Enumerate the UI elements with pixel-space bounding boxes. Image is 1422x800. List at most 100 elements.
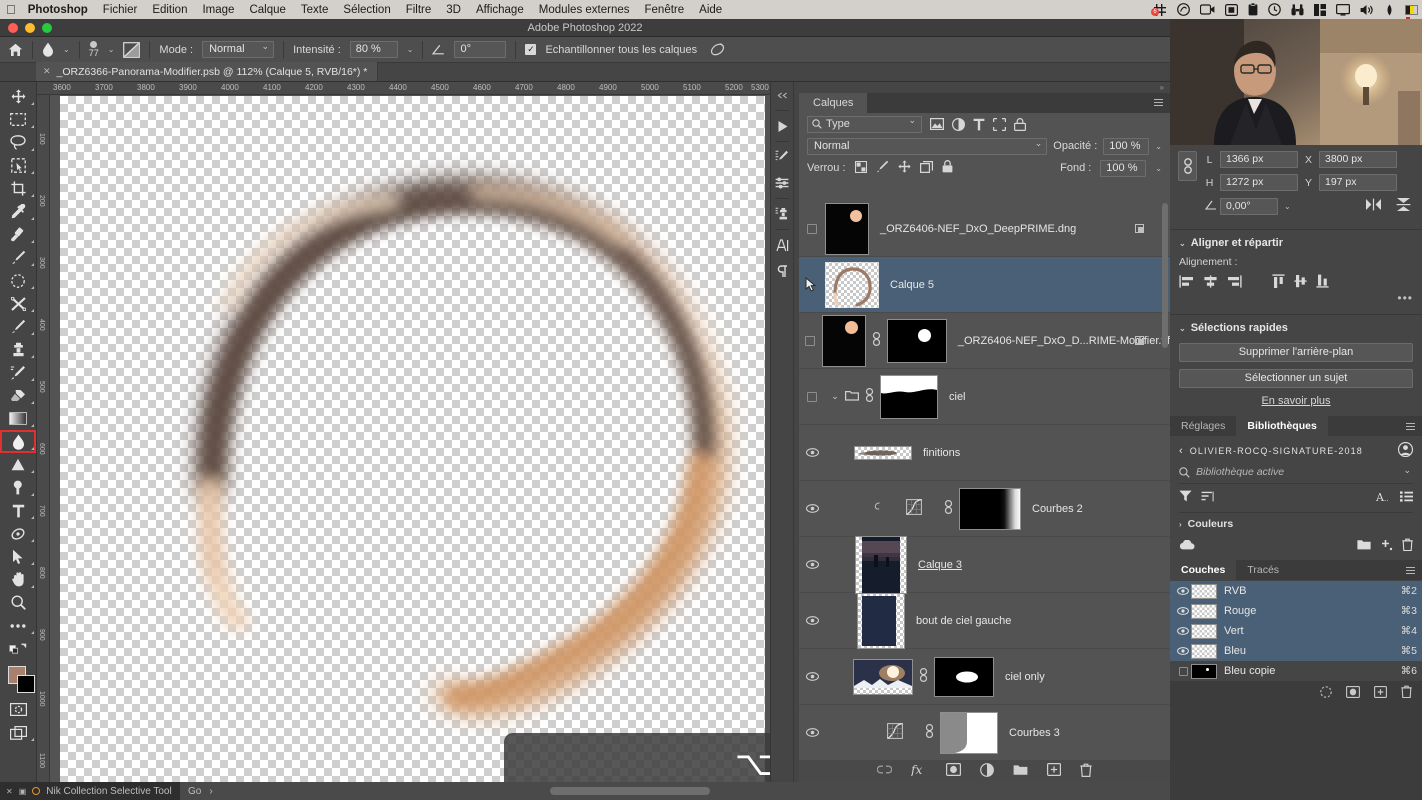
layer-thumbnail[interactable] bbox=[825, 202, 869, 255]
layer-name[interactable]: finitions bbox=[923, 447, 960, 459]
table-row[interactable]: ciel only bbox=[799, 649, 1170, 705]
blend-mode-select[interactable]: Normal bbox=[202, 39, 275, 58]
layer-visibility-toggle[interactable] bbox=[799, 504, 825, 513]
lock-all-icon[interactable] bbox=[942, 160, 953, 176]
clone-stamp-tool[interactable] bbox=[0, 338, 36, 361]
curves-adjustment-icon[interactable] bbox=[906, 499, 922, 518]
layer-thumbnail[interactable] bbox=[853, 658, 913, 695]
list-item[interactable]: Vert ⌘4 bbox=[1170, 621, 1422, 641]
brush-settings-icon[interactable] bbox=[771, 144, 793, 170]
collapse-right-icon[interactable]: » bbox=[1160, 83, 1164, 92]
y-input[interactable]: 197 px bbox=[1319, 174, 1397, 191]
direct-selection-tool[interactable] bbox=[0, 545, 36, 568]
hand-tool[interactable] bbox=[0, 568, 36, 591]
height-input[interactable]: 1272 px bbox=[1220, 174, 1298, 191]
quick-selection-tool[interactable] bbox=[0, 154, 36, 177]
table-row[interactable]: Courbes 2 bbox=[799, 481, 1170, 537]
remove-background-button[interactable]: Supprimer l'arrière-plan bbox=[1179, 343, 1413, 362]
volume-icon[interactable] bbox=[1360, 4, 1374, 16]
channel-visibility-toggle[interactable] bbox=[1175, 607, 1191, 615]
collapse-icon[interactable] bbox=[771, 82, 793, 108]
align-left-icon[interactable] bbox=[1179, 274, 1194, 291]
fill-input[interactable]: 100 % bbox=[1100, 159, 1147, 177]
screen-share-icon[interactable] bbox=[1225, 3, 1238, 16]
go-bar[interactable]: Go › bbox=[180, 782, 1170, 800]
delete-icon[interactable] bbox=[1402, 538, 1413, 554]
layer-name[interactable]: ciel only bbox=[1005, 671, 1045, 683]
save-selection-icon[interactable] bbox=[1346, 685, 1360, 701]
menu-item-texte[interactable]: Texte bbox=[301, 4, 329, 16]
curves-adjustment-icon[interactable] bbox=[887, 723, 903, 742]
clone-source-icon[interactable] bbox=[771, 201, 793, 227]
width-input[interactable]: 1366 px bbox=[1220, 151, 1298, 168]
list-item[interactable]: Bleu copie ⌘6 bbox=[1170, 661, 1422, 681]
lock-position-icon[interactable] bbox=[897, 160, 911, 176]
document-canvas[interactable]: ⌥ bbox=[51, 96, 770, 782]
channel-visibility-toggle[interactable] bbox=[1175, 587, 1191, 595]
layer-visibility-toggle[interactable] bbox=[799, 616, 825, 625]
list-item[interactable]: RVB ⌘2 bbox=[1170, 581, 1422, 601]
clipboard-icon[interactable] bbox=[1248, 3, 1258, 16]
layer-name[interactable]: bout de ciel gauche bbox=[916, 615, 1011, 627]
link-layers-icon[interactable] bbox=[876, 765, 893, 777]
paintbrush-tool[interactable] bbox=[0, 315, 36, 338]
close-icon[interactable]: ✕ bbox=[43, 66, 51, 77]
default-colors-button[interactable] bbox=[0, 637, 36, 660]
layer-blend-mode-select[interactable]: Normal bbox=[807, 136, 1048, 155]
scrollbar-thumb[interactable] bbox=[1162, 203, 1168, 348]
align-right-icon[interactable] bbox=[1227, 274, 1242, 291]
layer-list[interactable]: _ORZ6406-NEF_DxO_DeepPRIME.dng Calque 5 bbox=[799, 201, 1170, 760]
x-input[interactable]: 3800 px bbox=[1319, 151, 1397, 168]
layer-thumbnail[interactable] bbox=[857, 592, 905, 649]
menu-item-affichage[interactable]: Affichage bbox=[476, 4, 524, 16]
panel-menu-icon[interactable] bbox=[1154, 99, 1163, 106]
mask-link-icon[interactable] bbox=[865, 387, 874, 405]
channel-visibility-toggle[interactable] bbox=[1175, 666, 1191, 676]
clock-icon[interactable] bbox=[1268, 3, 1281, 16]
layer-name[interactable]: Calque 3 bbox=[918, 559, 962, 571]
channel-visibility-toggle[interactable] bbox=[1175, 627, 1191, 635]
go-label[interactable]: Go bbox=[188, 786, 201, 797]
menu-item-edition[interactable]: Edition bbox=[152, 4, 187, 16]
brush-chevron-icon[interactable]: ⌄ bbox=[108, 45, 115, 54]
background-color-swatch[interactable] bbox=[17, 675, 35, 693]
tab-traces[interactable]: Tracés bbox=[1236, 560, 1290, 580]
filter-toggle-icon[interactable] bbox=[1044, 116, 1053, 132]
brush-preset-icon[interactable] bbox=[123, 41, 141, 58]
opacity-chevron-icon[interactable]: ⌄ bbox=[1155, 142, 1162, 151]
pen-tool[interactable] bbox=[0, 476, 36, 499]
layer-visibility-toggle[interactable] bbox=[799, 223, 825, 234]
menu-item-aide[interactable]: Aide bbox=[699, 4, 722, 16]
link-dimensions-icon[interactable] bbox=[1178, 151, 1197, 181]
layer-name[interactable]: Courbes 2 bbox=[1032, 503, 1083, 515]
adjustment-layer-icon[interactable] bbox=[980, 762, 994, 780]
marquee-tool[interactable] bbox=[0, 108, 36, 131]
chevron-down-icon[interactable]: ⌄ bbox=[1179, 324, 1186, 333]
table-row[interactable]: finitions bbox=[799, 425, 1170, 481]
layer-mask-thumbnail[interactable] bbox=[959, 487, 1021, 530]
menu-item-fenetre[interactable]: Fenêtre bbox=[645, 4, 685, 16]
stats-icon[interactable] bbox=[1314, 3, 1326, 16]
tab-bibliotheques[interactable]: Bibliothèques bbox=[1236, 416, 1328, 436]
character-icon[interactable] bbox=[771, 232, 793, 258]
text-size-icon[interactable]: A.. bbox=[1375, 491, 1391, 505]
menu-item-photoshop[interactable]: Photoshop bbox=[28, 4, 88, 16]
eyedropper-tool[interactable] bbox=[0, 200, 36, 223]
channel-visibility-toggle[interactable] bbox=[1175, 647, 1191, 655]
chevron-right-icon[interactable]: › bbox=[1179, 520, 1182, 529]
shape-filter-icon[interactable] bbox=[993, 117, 1006, 131]
history-play-icon[interactable] bbox=[771, 113, 793, 139]
edit-toolbar-button[interactable] bbox=[0, 614, 36, 637]
menu-item-modules-externes[interactable]: Modules externes bbox=[539, 4, 630, 16]
dodge-tool[interactable] bbox=[0, 453, 36, 476]
learn-more-link[interactable]: En savoir plus bbox=[1179, 395, 1413, 407]
history-brush-tool[interactable] bbox=[0, 361, 36, 384]
layer-visibility-toggle[interactable] bbox=[799, 728, 825, 737]
table-row[interactable]: Courbes 3 bbox=[799, 705, 1170, 760]
back-chevron-icon[interactable]: ‹ bbox=[1179, 445, 1184, 457]
lasso-tool[interactable] bbox=[0, 131, 36, 154]
type-filter-icon[interactable] bbox=[973, 118, 985, 131]
home-icon[interactable] bbox=[8, 43, 23, 57]
group-expand-chevron-icon[interactable]: ⌄ bbox=[825, 391, 845, 402]
transparency-checkerboard[interactable] bbox=[60, 96, 765, 782]
